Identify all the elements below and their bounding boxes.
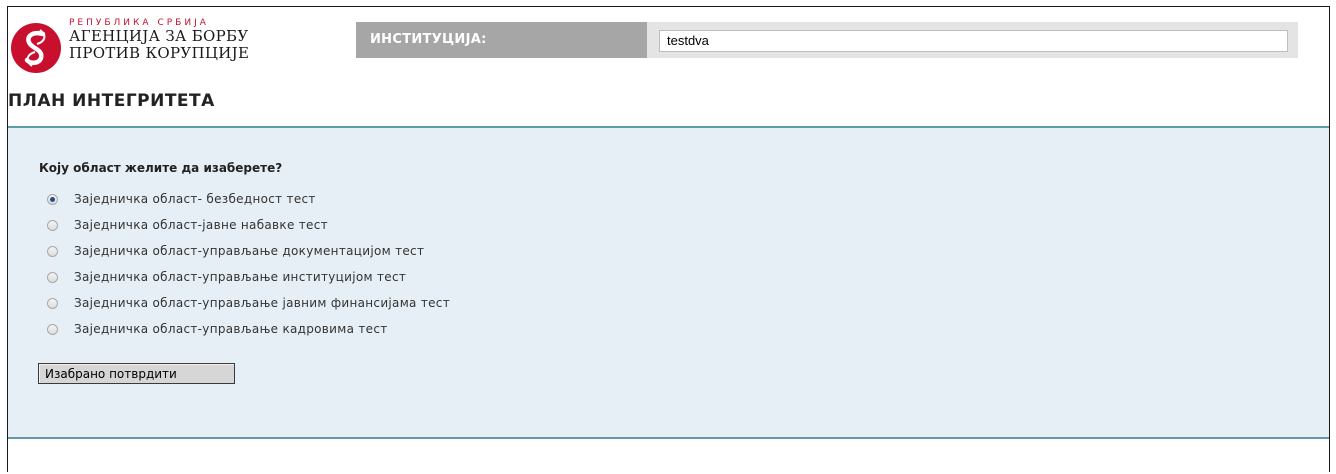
area-option-personnel[interactable]: Заједничка област-управљање кадровима те… xyxy=(47,316,450,342)
radio-button[interactable] xyxy=(47,323,58,335)
option-label: Заједничка област-управљање кадровима те… xyxy=(74,322,388,336)
confirm-selection-button[interactable]: Изабрано потврдити xyxy=(38,363,235,384)
area-options: Заједничка област- безбедност тест Зајед… xyxy=(47,186,450,342)
area-option-public-procurement[interactable]: Заједничка област-јавне набавке тест xyxy=(47,212,450,238)
radio-button[interactable] xyxy=(47,271,58,283)
agency-emblem-icon xyxy=(11,23,61,73)
question-label: Коју област желите да изаберете? xyxy=(39,161,283,175)
option-label: Заједничка област-управљање институцијом… xyxy=(74,270,407,284)
radio-button[interactable] xyxy=(47,193,58,205)
radio-button[interactable] xyxy=(47,245,58,257)
institution-field[interactable]: testdva xyxy=(659,30,1288,52)
area-option-documentation[interactable]: Заједничка област-управљање документациј… xyxy=(47,238,450,264)
option-label: Заједничка област-јавне набавке тест xyxy=(74,218,328,232)
logo-agency-line2: ПРОТИВ КОРУПЦИЈЕ xyxy=(69,44,250,62)
agency-logo-text: РЕПУБЛИКА СРБИЈА АГЕНЦИЈА ЗА БОРБУ ПРОТИ… xyxy=(69,18,249,62)
institution-label: ИНСТИТУЦИЈА: xyxy=(356,22,647,58)
option-label: Заједничка област-управљање јавним финан… xyxy=(74,296,450,310)
radio-button[interactable] xyxy=(47,219,58,231)
page-title: ПЛАН ИНТЕГРИТЕТА xyxy=(8,91,215,111)
option-label: Заједничка област- безбедност тест xyxy=(74,192,316,206)
radio-button[interactable] xyxy=(47,297,58,309)
area-option-security[interactable]: Заједничка област- безбедност тест xyxy=(47,186,450,212)
logo-agency-line1: АГЕНЦИЈА ЗА БОРБУ xyxy=(69,27,249,45)
area-option-institution[interactable]: Заједничка област-управљање институцијом… xyxy=(47,264,450,290)
option-label: Заједничка област-управљање документациј… xyxy=(74,244,425,258)
area-option-public-finance[interactable]: Заједничка област-управљање јавним финан… xyxy=(47,290,450,316)
